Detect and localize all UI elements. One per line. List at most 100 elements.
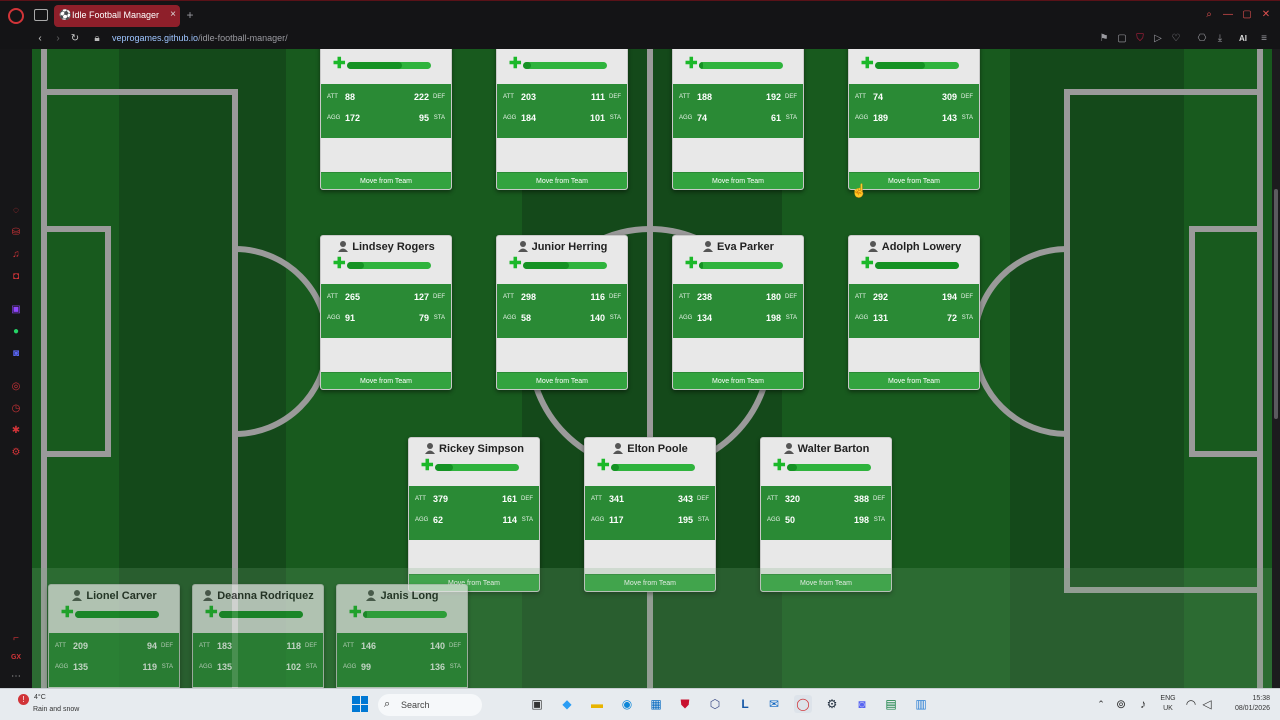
tab-overview-icon[interactable]: [34, 9, 48, 21]
maximize-icon[interactable]: ▢: [1241, 9, 1253, 21]
player-card[interactable]: Janis Long ✚ ATT 146 140 DEF AGG 99 136 STA: [336, 584, 468, 688]
copilot-icon[interactable]: ◆: [558, 695, 576, 713]
taskbar-search[interactable]: ⌕ Search: [378, 694, 482, 716]
player-card[interactable]: ✚ ATT 203 111 DEF AGG 184 101 STA Move from Team: [496, 49, 628, 190]
aria-sidebar-icon[interactable]: ◌: [10, 205, 22, 217]
stat-label: STA: [609, 115, 621, 121]
upgrade-plus-icon[interactable]: ✚: [597, 458, 610, 473]
edge-browser-icon[interactable]: ◉: [618, 695, 636, 713]
move-from-team-button[interactable]: Move from Team: [673, 172, 803, 189]
stat-value: 140: [589, 313, 605, 323]
player-card[interactable]: Deanna Rodriquez ✚ ATT 183 118 DEF AGG 135 102 ST…: [192, 584, 324, 688]
upgrade-plus-icon[interactable]: ✚: [685, 56, 698, 71]
discord-taskbar-icon[interactable]: ◙: [853, 695, 871, 713]
upgrade-plus-icon[interactable]: ✚: [509, 256, 522, 271]
messenger-app-icon[interactable]: ◘: [10, 271, 22, 283]
show-hidden-icons[interactable]: ⌃: [1092, 695, 1110, 713]
move-from-team-button[interactable]: Move from Team: [673, 372, 803, 389]
url-field[interactable]: veprogames.github.io/idle-football-manag…: [112, 33, 288, 43]
task-view-icon[interactable]: ▣: [528, 695, 546, 713]
pinboard-icon[interactable]: ◎: [10, 381, 22, 393]
heart-icon[interactable]: ♡: [1170, 33, 1182, 45]
player-stats: ATT 188 192 DEF AGG 74 61 STA: [673, 84, 803, 138]
settings-gear-icon[interactable]: ⚙: [10, 447, 22, 459]
notepad-icon[interactable]: ▥: [912, 695, 930, 713]
crypto-wallet-icon[interactable]: ⛁: [10, 227, 22, 239]
player-icon[interactable]: ▷: [1152, 33, 1164, 45]
file-explorer-icon[interactable]: ▬: [588, 695, 606, 713]
player-card[interactable]: ✚ ATT 88 222 DEF AGG 172 95 STA Move from Team: [320, 49, 452, 190]
steam-icon[interactable]: ⚙: [823, 695, 841, 713]
download-icon[interactable]: ⤓: [1214, 33, 1226, 45]
minimize-icon[interactable]: —: [1222, 9, 1234, 21]
vpn-app-icon[interactable]: ⬡: [706, 695, 724, 713]
start-button[interactable]: [352, 696, 368, 712]
stat-value: 58: [521, 313, 532, 323]
back-icon[interactable]: ‹: [34, 33, 46, 45]
upgrade-plus-icon[interactable]: ✚: [861, 56, 874, 71]
snapshot-icon[interactable]: ▢: [1116, 33, 1128, 45]
wallet-icon[interactable]: ⎔: [1196, 33, 1208, 45]
upgrade-plus-icon[interactable]: ✚: [509, 56, 522, 71]
move-from-team-button[interactable]: Move from Team: [849, 372, 979, 389]
close-window-icon[interactable]: ✕: [1260, 9, 1272, 21]
opera-menu-icon[interactable]: [8, 8, 24, 24]
mail-icon[interactable]: ✉: [765, 695, 783, 713]
security-app-icon[interactable]: ⛊: [676, 695, 694, 713]
stat-label: DEF: [305, 643, 317, 649]
microphone-icon[interactable]: ♪: [1134, 695, 1152, 713]
new-tab-button[interactable]: +: [184, 9, 196, 21]
twitch-icon[interactable]: ▣: [10, 304, 22, 316]
player-name: Eva Parker: [673, 240, 803, 253]
aria-ai-button[interactable]: AI: [1232, 33, 1254, 45]
move-from-team-button[interactable]: Move from Team: [849, 172, 979, 189]
player-stats: ATT 298 116 DEF AGG 58 140 STA: [497, 284, 627, 338]
upgrade-plus-icon[interactable]: ✚: [773, 458, 786, 473]
player-card[interactable]: Eva Parker ✚ ATT 238 180 DEF AGG 134 198 STA Move …: [672, 235, 804, 390]
whatsapp-icon[interactable]: ●: [10, 326, 22, 338]
scrollbar-thumb[interactable]: [1274, 189, 1278, 419]
tab-close-icon[interactable]: ×: [170, 9, 176, 20]
easy-setup-menu-icon[interactable]: ≡: [1258, 33, 1270, 45]
network-icon[interactable]: ⊚: [1112, 695, 1130, 713]
active-tab[interactable]: ⚽ Idle Football Manager ×: [54, 5, 180, 27]
upgrade-plus-icon[interactable]: ✚: [421, 458, 434, 473]
upgrade-plus-icon[interactable]: ✚: [685, 256, 698, 271]
upgrade-plus-icon[interactable]: ✚: [333, 56, 346, 71]
upgrade-plus-icon[interactable]: ✚: [349, 605, 362, 620]
language-indicator[interactable]: ENG UK: [1156, 694, 1180, 714]
weather-widget[interactable]: ! 4°C Rain and snow: [16, 692, 96, 718]
extensions-icon[interactable]: ✱: [10, 425, 22, 437]
upgrade-plus-icon[interactable]: ✚: [205, 605, 218, 620]
bookmark-icon[interactable]: ⚑: [1098, 33, 1110, 45]
clock[interactable]: 15:38 08/01/2026: [1220, 694, 1270, 714]
volume-icon[interactable]: ◁: [1198, 695, 1216, 713]
player-card[interactable]: Junior Herring ✚ ATT 298 116 DEF AGG 58 140 STA Mo…: [496, 235, 628, 390]
more-options-icon[interactable]: ⋯: [10, 671, 22, 683]
vpn-shield-icon[interactable]: ⛉: [1134, 33, 1146, 45]
player-card[interactable]: ✚ ATT 74 309 DEF AGG 189 143 STA Move from Team: [848, 49, 980, 190]
move-from-team-button[interactable]: Move from Team: [497, 372, 627, 389]
history-icon[interactable]: ◷: [10, 403, 22, 415]
upgrade-plus-icon[interactable]: ✚: [333, 256, 346, 271]
page-scrollbar[interactable]: [1272, 49, 1280, 688]
upgrade-plus-icon[interactable]: ✚: [61, 605, 74, 620]
store-icon[interactable]: ▦: [647, 695, 665, 713]
move-from-team-button[interactable]: Move from Team: [321, 372, 451, 389]
upgrade-plus-icon[interactable]: ✚: [861, 256, 874, 271]
collapse-sidebar-icon[interactable]: ⌐: [10, 633, 22, 645]
player-card[interactable]: Lionel Carver ✚ ATT 209 94 DEF AGG 135 119 STA: [48, 584, 180, 688]
discord-icon[interactable]: ◙: [10, 348, 22, 360]
music-player-icon[interactable]: ♫: [10, 249, 22, 261]
reload-icon[interactable]: ↻: [69, 33, 81, 45]
move-from-team-button[interactable]: Move from Team: [321, 172, 451, 189]
search-tabs-icon[interactable]: ⌕: [1203, 9, 1215, 21]
opera-gx-taskbar-icon[interactable]: ◯: [794, 695, 812, 713]
move-from-team-button[interactable]: Move from Team: [497, 172, 627, 189]
game-app-icon[interactable]: ▤: [882, 695, 900, 713]
player-card[interactable]: Adolph Lowery ✚ ATT 292 194 DEF AGG 131 72 STA Mov…: [848, 235, 980, 390]
player-card[interactable]: ✚ ATT 188 192 DEF AGG 74 61 STA Move from Team: [672, 49, 804, 190]
forward-icon[interactable]: ›: [52, 33, 64, 45]
l-app-icon[interactable]: L: [736, 695, 754, 713]
player-card[interactable]: Lindsey Rogers ✚ ATT 265 127 DEF AGG 91 79 STA Mov…: [320, 235, 452, 390]
